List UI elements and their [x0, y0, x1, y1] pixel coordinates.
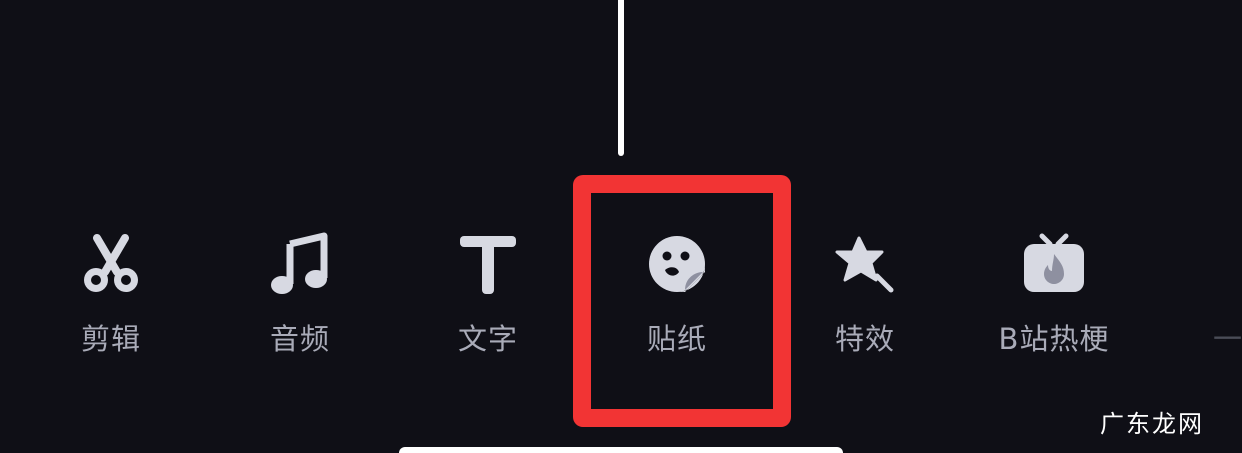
music-note-icon	[268, 232, 332, 296]
tool-label: 音频	[269, 322, 330, 356]
tool-text[interactable]: 文字	[423, 232, 553, 362]
tool-label: 一键	[1212, 322, 1242, 356]
tool-one-click[interactable]: 一键	[1178, 232, 1242, 362]
tool-bilibili-memes[interactable]: B站热梗	[989, 232, 1119, 362]
tool-edit[interactable]: 剪辑	[46, 232, 176, 362]
star-wand-icon	[833, 232, 897, 296]
watermark-text: 广东龙网	[1100, 410, 1204, 438]
tool-label: 文字	[457, 322, 518, 356]
text-t-icon	[456, 232, 520, 296]
tool-label: B站热梗	[998, 322, 1110, 356]
tool-label: 剪辑	[80, 322, 141, 356]
tool-label: 特效	[834, 322, 895, 356]
partial-icon	[1211, 232, 1242, 296]
highlight-annotation-box	[573, 175, 791, 427]
scissors-icon	[79, 232, 143, 296]
tool-effects[interactable]: 特效	[800, 232, 930, 362]
tv-flame-icon	[1022, 232, 1086, 296]
tool-audio[interactable]: 音频	[235, 232, 365, 362]
home-indicator[interactable]	[399, 447, 843, 453]
